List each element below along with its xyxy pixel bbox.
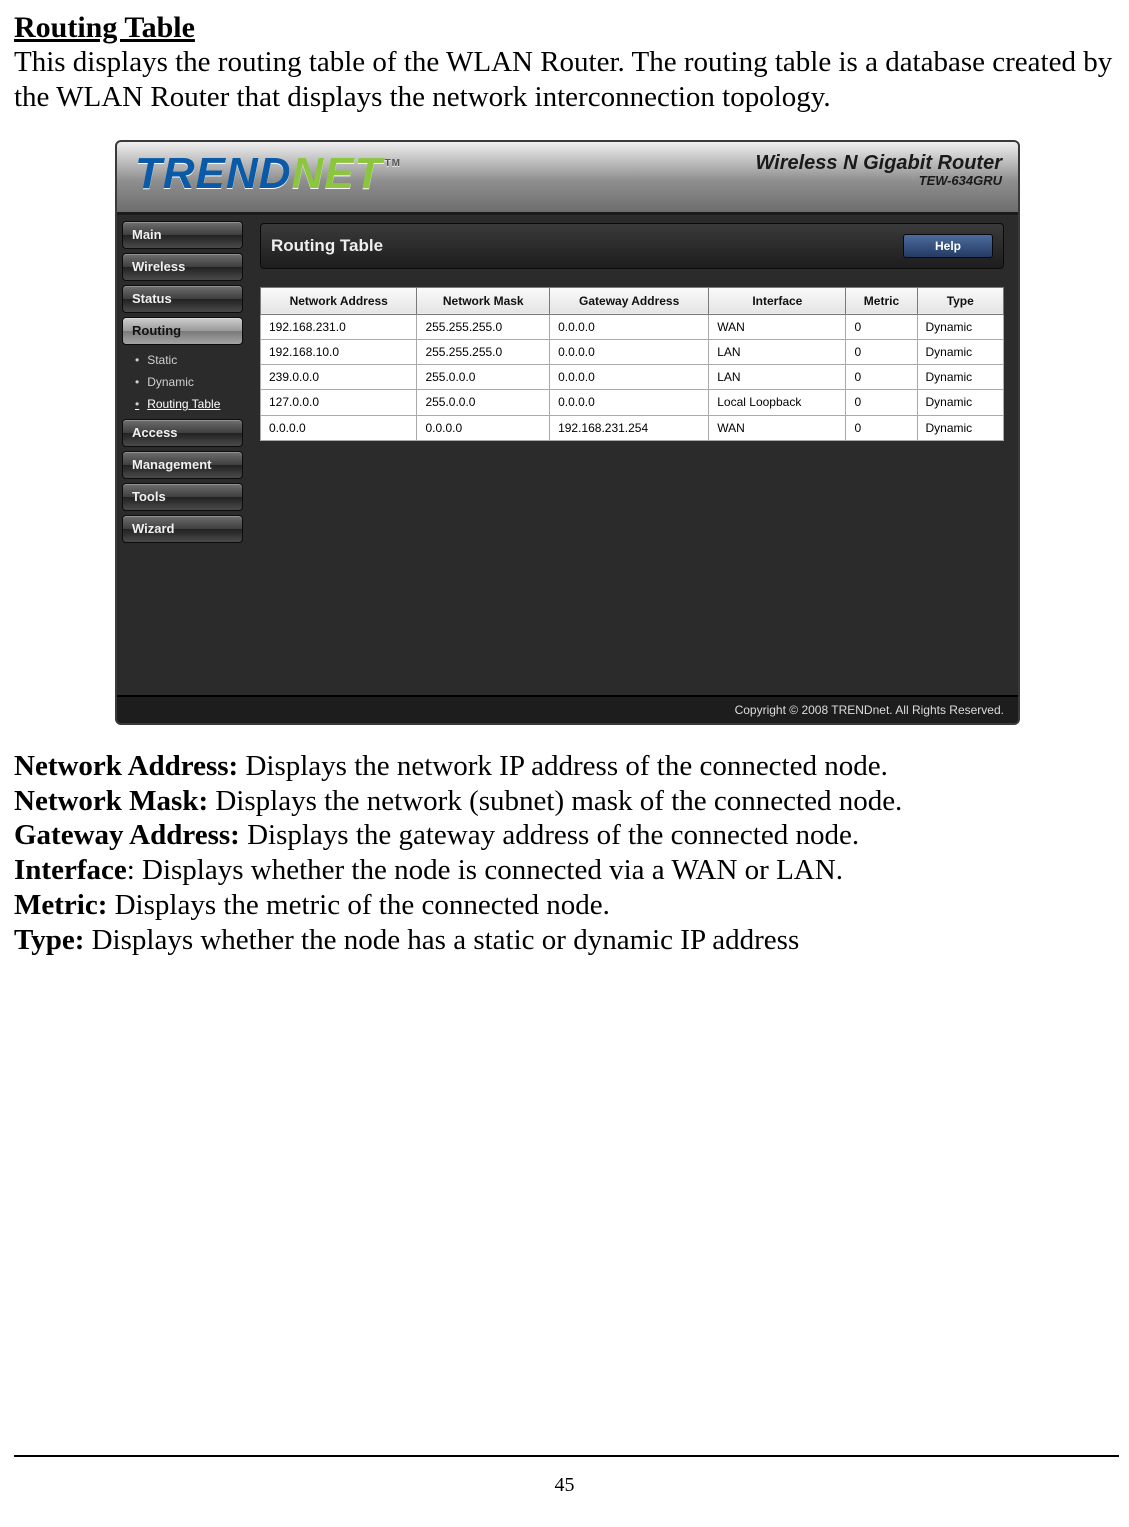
- table-cell: 0: [846, 390, 917, 415]
- table-cell: 0.0.0.0: [550, 314, 709, 339]
- router-footer: Copyright © 2008 TRENDnet. All Rights Re…: [117, 695, 1018, 723]
- table-cell: 0: [846, 340, 917, 365]
- col-network-address: Network Address: [261, 287, 417, 314]
- table-cell: Dynamic: [917, 390, 1004, 415]
- table-cell: 0: [846, 365, 917, 390]
- definition-term: Network Address:: [14, 750, 238, 782]
- table-cell: 127.0.0.0: [261, 390, 417, 415]
- col-network-mask: Network Mask: [417, 287, 550, 314]
- definition-line: Type: Displays whether the node has a st…: [14, 923, 1117, 958]
- subnav-dynamic[interactable]: Dynamic: [131, 371, 248, 393]
- table-cell: LAN: [709, 365, 846, 390]
- table-cell: WAN: [709, 314, 846, 339]
- col-interface: Interface: [709, 287, 846, 314]
- table-cell: LAN: [709, 340, 846, 365]
- panel-title: Routing Table: [271, 236, 383, 256]
- col-type: Type: [917, 287, 1004, 314]
- table-cell: Local Loopback: [709, 390, 846, 415]
- definition-term: Gateway Address:: [14, 819, 240, 851]
- table-cell: WAN: [709, 415, 846, 440]
- definition-desc: Displays the network (subnet) mask of th…: [208, 785, 902, 817]
- definition-line: Network Address: Displays the network IP…: [14, 749, 1117, 784]
- nav-status[interactable]: Status: [122, 285, 243, 313]
- page-number: 45: [0, 1474, 1129, 1497]
- table-row: 192.168.10.0255.255.255.00.0.0.0LAN0Dyna…: [261, 340, 1004, 365]
- table-cell: 255.0.0.0: [417, 365, 550, 390]
- table-cell: 0.0.0.0: [550, 390, 709, 415]
- table-row: 127.0.0.0255.0.0.00.0.0.0Local Loopback0…: [261, 390, 1004, 415]
- router-ui-screenshot: TRENDNETTM Wireless N Gigabit Router TEW…: [115, 140, 1020, 725]
- table-cell: 0: [846, 415, 917, 440]
- table-cell: Dynamic: [917, 314, 1004, 339]
- product-line: Wireless N Gigabit Router TEW-634GRU: [755, 152, 1002, 189]
- brand-tm: TM: [385, 158, 401, 169]
- table-row: 0.0.0.00.0.0.0192.168.231.254WAN0Dynamic: [261, 415, 1004, 440]
- help-button[interactable]: Help: [903, 234, 993, 258]
- page-footer-rule: [14, 1455, 1119, 1457]
- definition-line: Metric: Displays the metric of the conne…: [14, 888, 1117, 923]
- definition-line: Network Mask: Displays the network (subn…: [14, 784, 1117, 819]
- router-header: TRENDNETTM Wireless N Gigabit Router TEW…: [117, 142, 1018, 215]
- subnav-routing-table[interactable]: Routing Table: [131, 393, 248, 415]
- definition-desc: Displays the metric of the connected nod…: [107, 889, 610, 921]
- table-cell: 255.255.255.0: [417, 340, 550, 365]
- nav-wireless[interactable]: Wireless: [122, 253, 243, 281]
- definition-desc: Displays the network IP address of the c…: [238, 750, 888, 782]
- content-panel: Routing Table Help Network AddressNetwor…: [248, 215, 1018, 695]
- table-cell: 0.0.0.0: [550, 340, 709, 365]
- table-cell: 239.0.0.0: [261, 365, 417, 390]
- brand-suffix: NET: [292, 149, 383, 198]
- nav-routing[interactable]: Routing: [122, 317, 243, 345]
- table-cell: 192.168.231.0: [261, 314, 417, 339]
- product-line-text: Wireless N Gigabit Router: [755, 152, 1002, 174]
- table-cell: Dynamic: [917, 415, 1004, 440]
- nav-main[interactable]: Main: [122, 221, 243, 249]
- section-title: Routing Table: [14, 10, 1117, 45]
- routing-table: Network AddressNetwork MaskGateway Addre…: [260, 287, 1004, 441]
- panel-title-bar: Routing Table Help: [260, 223, 1004, 269]
- table-body: 192.168.231.0255.255.255.00.0.0.0WAN0Dyn…: [261, 314, 1004, 440]
- table-row: 192.168.231.0255.255.255.00.0.0.0WAN0Dyn…: [261, 314, 1004, 339]
- subnav: StaticDynamicRouting Table: [131, 349, 248, 415]
- product-model: TEW-634GRU: [755, 173, 1002, 188]
- table-cell: 0: [846, 314, 917, 339]
- table-cell: 192.168.10.0: [261, 340, 417, 365]
- table-cell: 255.255.255.0: [417, 314, 550, 339]
- table-row: 239.0.0.0255.0.0.00.0.0.0LAN0Dynamic: [261, 365, 1004, 390]
- subnav-static[interactable]: Static: [131, 349, 248, 371]
- col-metric: Metric: [846, 287, 917, 314]
- definition-line: Gateway Address: Displays the gateway ad…: [14, 818, 1117, 853]
- table-cell: Dynamic: [917, 365, 1004, 390]
- table-cell: 0.0.0.0: [417, 415, 550, 440]
- definition-line: Interface: Displays whether the node is …: [14, 853, 1117, 888]
- section-intro: This displays the routing table of the W…: [14, 45, 1117, 113]
- table-cell: 255.0.0.0: [417, 390, 550, 415]
- definition-desc: Displays the gateway address of the conn…: [240, 819, 859, 851]
- table-cell: 0.0.0.0: [261, 415, 417, 440]
- definition-term: Type:: [14, 924, 84, 956]
- nav-access[interactable]: Access: [122, 419, 243, 447]
- brand-logo: TRENDNETTM: [135, 148, 399, 200]
- table-cell: 192.168.231.254: [550, 415, 709, 440]
- nav-management[interactable]: Management: [122, 451, 243, 479]
- sidebar: Main Wireless Status Routing StaticDynamicRo…: [117, 215, 248, 695]
- definition-term: Metric:: [14, 889, 107, 921]
- table-cell: 0.0.0.0: [550, 365, 709, 390]
- table-cell: Dynamic: [917, 340, 1004, 365]
- brand-prefix: TREND: [135, 149, 292, 198]
- table-header-row: Network AddressNetwork MaskGateway Addre…: [261, 287, 1004, 314]
- nav-wizard[interactable]: Wizard: [122, 515, 243, 543]
- definition-desc: Displays whether the node has a static o…: [84, 924, 799, 956]
- definitions: Network Address: Displays the network IP…: [14, 749, 1117, 958]
- definition-desc: : Displays whether the node is connected…: [127, 854, 843, 886]
- definition-term: Interface: [14, 854, 127, 886]
- col-gateway-address: Gateway Address: [550, 287, 709, 314]
- nav-tools[interactable]: Tools: [122, 483, 243, 511]
- definition-term: Network Mask:: [14, 785, 208, 817]
